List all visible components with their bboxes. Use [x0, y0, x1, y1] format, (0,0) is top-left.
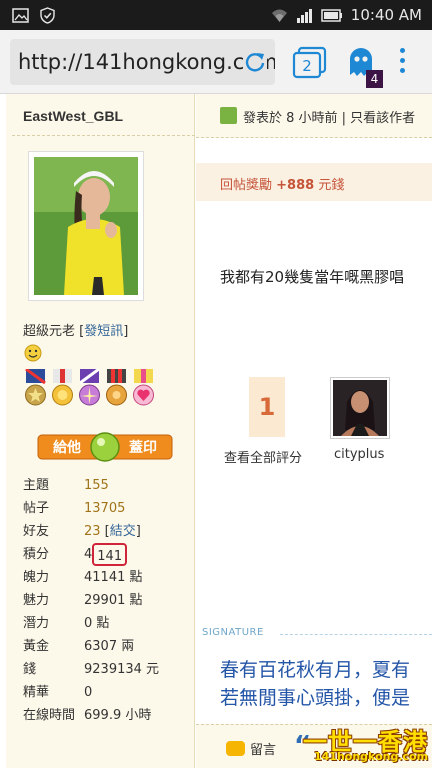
- signal-icon: [296, 8, 312, 23]
- post-content: 我都有20幾隻當年嘅黑膠唱: [220, 268, 405, 286]
- smiley-icon: [24, 344, 42, 362]
- stat-value: 0 點: [84, 616, 110, 631]
- stat-label: 錢: [23, 662, 37, 677]
- reward-label: 回帖獎勵: [220, 178, 273, 193]
- author-name[interactable]: EastWest_GBL: [23, 108, 123, 124]
- reload-icon[interactable]: [243, 50, 267, 74]
- stat-label: 魄力: [23, 570, 50, 585]
- rating-count: 1: [249, 377, 285, 437]
- stat-label: 在線時間: [23, 708, 76, 723]
- send-pm-link[interactable]: 發短訊: [84, 324, 123, 339]
- comment-icon: [226, 741, 245, 756]
- stat-value: 0: [84, 685, 93, 700]
- stat-value: 699.9 小時: [84, 708, 152, 723]
- stat-value: 6307 兩: [84, 639, 135, 654]
- add-friend-link[interactable]: 結交: [110, 524, 136, 539]
- author-stats: 主題 155 帖子 13705 好友 23 [結交] 積分 4 141 魄力 41141 點…: [23, 474, 159, 727]
- view-all-ratings-link[interactable]: 查看全部評分: [224, 447, 302, 466]
- stat-label: 魅力: [23, 593, 50, 608]
- browser-toolbar: http://141hongkong.com 2 4: [0, 30, 432, 94]
- url-text[interactable]: http://141hongkong.com: [18, 50, 275, 74]
- stat-posts: 帖子 13705: [23, 497, 159, 520]
- signature-line: 若無閒事心頭掛，便是: [220, 687, 411, 709]
- stat-label: 好友: [23, 524, 50, 539]
- medal-row: [23, 369, 156, 409]
- stat-value-highlighted: 141: [92, 543, 128, 566]
- stat-value: 29901 點: [84, 593, 143, 608]
- give-stamp-left-label: 給他: [53, 439, 81, 456]
- stat-value: 9239134 元: [84, 662, 160, 677]
- url-bar[interactable]: http://141hongkong.com: [10, 39, 275, 85]
- medal-icon[interactable]: [50, 369, 75, 409]
- rank-title: 超級元老: [23, 324, 76, 339]
- reward-amount: +888: [276, 178, 315, 193]
- stat-value[interactable]: 23: [84, 520, 101, 543]
- stat-label: 積分: [23, 547, 50, 562]
- post-header: 發表於 8 小時前 | 只看該作者: [196, 94, 432, 138]
- ghostery-count-badge: 4: [366, 70, 383, 88]
- stat-friends: 好友 23 [結交]: [23, 520, 159, 543]
- stat-label: 黃金: [23, 639, 50, 654]
- stat-points: 積分 4 141: [23, 543, 159, 566]
- tabs-button[interactable]: 2: [292, 46, 328, 80]
- post-meta[interactable]: 發表於 8 小時前 | 只看該作者: [243, 107, 415, 126]
- stat-charm: 魅力 29901 點: [23, 589, 159, 612]
- stat-gold: 黃金 6307 兩: [23, 635, 159, 658]
- stat-power: 魄力 41141 點: [23, 566, 159, 589]
- stat-value: 41141 點: [84, 570, 143, 585]
- reward-unit: 元錢: [318, 178, 345, 193]
- status-bar: 10:40 AM: [0, 0, 432, 30]
- author-sidebar: EastWest_GBL 超級元老 [發短訊] 給他 蓋印 主題 155 帖子 …: [6, 94, 195, 768]
- reply-button[interactable]: 留言: [226, 739, 276, 758]
- rater-avatar[interactable]: [330, 377, 390, 439]
- medal-icon[interactable]: [23, 369, 48, 409]
- battery-icon: [321, 8, 342, 22]
- signature-label: SIGNATURE: [202, 627, 264, 638]
- stat-money: 錢 9239134 元: [23, 658, 159, 681]
- post-body: 發表於 8 小時前 | 只看該作者 回帖獎勵 +888 元錢 我都有20幾隻當年…: [196, 94, 432, 768]
- author-avatar[interactable]: [28, 151, 144, 301]
- clock: 10:40 AM: [350, 6, 422, 24]
- stat-potential: 潛力 0 點: [23, 612, 159, 635]
- signature-text: 春有百花秋有月，夏有 若無閒事心頭掛，便是: [220, 656, 410, 712]
- reply-label: 留言: [250, 743, 277, 758]
- stat-essence: 精華 0: [23, 681, 159, 704]
- stat-label: 主題: [23, 478, 50, 493]
- stat-value[interactable]: 13705: [84, 497, 125, 520]
- forum-page: EastWest_GBL 超級元老 [發短訊] 給他 蓋印 主題 155 帖子 …: [0, 94, 432, 768]
- give-stamp-right-label: 蓋印: [129, 439, 157, 456]
- watermark-url: 141hongkong.com: [314, 750, 429, 763]
- stat-value[interactable]: 155: [84, 474, 109, 497]
- rater-name[interactable]: cityplus: [334, 447, 384, 462]
- stat-label: 帖子: [23, 501, 50, 516]
- medal-icon[interactable]: [131, 369, 156, 409]
- signature-line: 春有百花秋有月，夏有: [220, 659, 411, 681]
- image-icon: [12, 8, 29, 23]
- user-icon: [220, 107, 237, 124]
- stat-online-time: 在線時間 699.9 小時: [23, 704, 159, 727]
- tab-count: 2: [302, 57, 312, 75]
- shield-icon: [40, 7, 55, 24]
- wifi-icon: [271, 9, 287, 22]
- stat-value-prefix: 4: [84, 547, 93, 562]
- medal-icon[interactable]: [104, 369, 129, 409]
- author-rank: 超級元老 [發短訊]: [23, 324, 129, 339]
- reply-reward-banner: 回帖獎勵 +888 元錢: [196, 163, 432, 201]
- stat-label: 精華: [23, 685, 50, 700]
- stat-label: 潛力: [23, 616, 50, 631]
- medal-icon[interactable]: [77, 369, 102, 409]
- give-stamp-button[interactable]: 給他 蓋印: [37, 432, 173, 462]
- stat-topics: 主題 155: [23, 474, 159, 497]
- overflow-menu-icon[interactable]: [396, 48, 408, 78]
